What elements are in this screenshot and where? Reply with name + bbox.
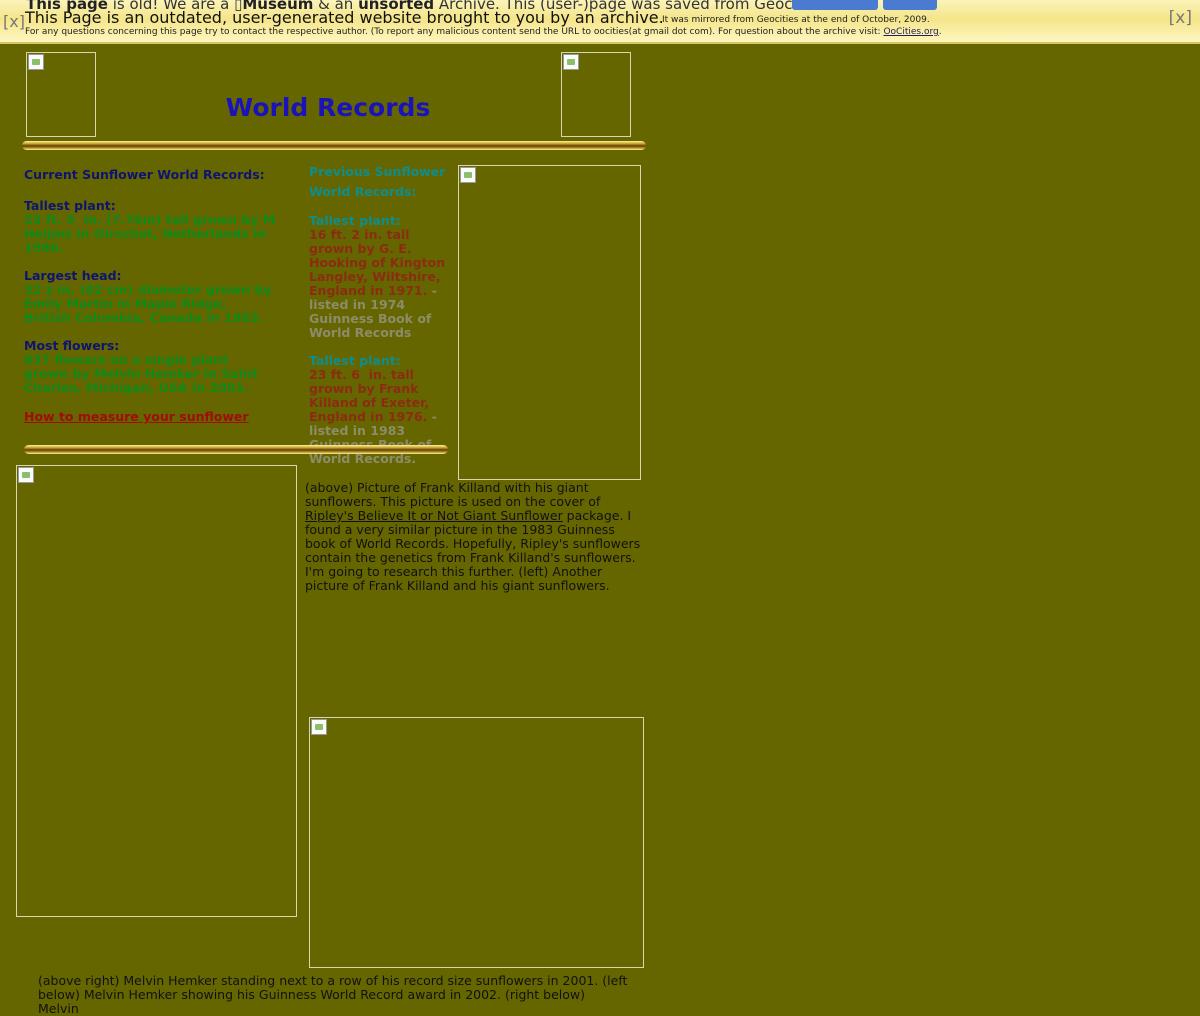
page-title: World Records (225, 93, 431, 122)
most-flowers-label: Most flowers: (24, 338, 120, 353)
broken-image-icon (311, 719, 327, 735)
largest-head-label: Largest head: (24, 268, 122, 283)
broken-image-icon (18, 467, 34, 483)
frank-killand-photo (458, 165, 641, 480)
banner-mirror-note: It was mirrored from Geocities at the en… (662, 15, 930, 25)
previous-tallest-label-1: Tallest plant: (309, 213, 401, 228)
close-banner-left-button[interactable]: [x] (3, 12, 25, 31)
most-flowers-record: 837 flowers on a single plant grown by M… (24, 352, 258, 395)
gold-divider-middle (24, 445, 448, 454)
previous-records-heading: Previous Sunflower World Records: (309, 164, 446, 199)
previous-records-section: Previous Sunflower World Records: Tallest… (309, 162, 449, 466)
killand-caption: (above) Picture of Frank Killand with hi… (305, 480, 641, 593)
hemker-caption: (above right) Melvin Hemker standing nex… (38, 973, 628, 1016)
largest-head-record: 32 z in. (82 cm) diameter grown by Emily… (24, 282, 272, 325)
gold-divider-top (22, 141, 646, 150)
measure-sunflower-link[interactable]: How to measure your sunflower (24, 409, 249, 424)
current-records-heading: Current Sunflower World Records: (24, 167, 265, 182)
current-records-section: Current Sunflower World Records: Tallest… (24, 168, 276, 424)
melvin-hemker-sunflowers-photo (309, 717, 644, 968)
tallest-plant-record: 25 ft. 5 in. (7.76m) tall grown by M Hei… (24, 212, 276, 255)
broken-image-icon (563, 54, 579, 70)
facebook-share-button[interactable] (883, 0, 937, 10)
broken-image-icon (28, 54, 44, 70)
previous-tallest-label-2: Tallest plant: (309, 353, 401, 368)
facebook-like-button[interactable] (792, 0, 878, 10)
archive-banner: This page is old! We are a ▯Museum & an … (0, 0, 1200, 44)
banner-title: This Page is an outdated, user-generated… (25, 8, 664, 27)
ripleys-package-link[interactable]: Ripley's Believe It or Not Giant Sunflow… (305, 508, 563, 523)
oocities-link[interactable]: OoCities.org (883, 27, 938, 37)
broken-image-icon (460, 167, 476, 183)
frank-killand-second-photo (16, 465, 297, 917)
banner-contact-note: For any questions concerning this page t… (25, 27, 942, 37)
previous-record-1: 16 ft. 2 in. tall grown by G. E. Hooking… (309, 227, 446, 340)
close-banner-right-button[interactable]: [x] (1169, 8, 1192, 28)
tallest-plant-label: Tallest plant: (24, 198, 116, 213)
